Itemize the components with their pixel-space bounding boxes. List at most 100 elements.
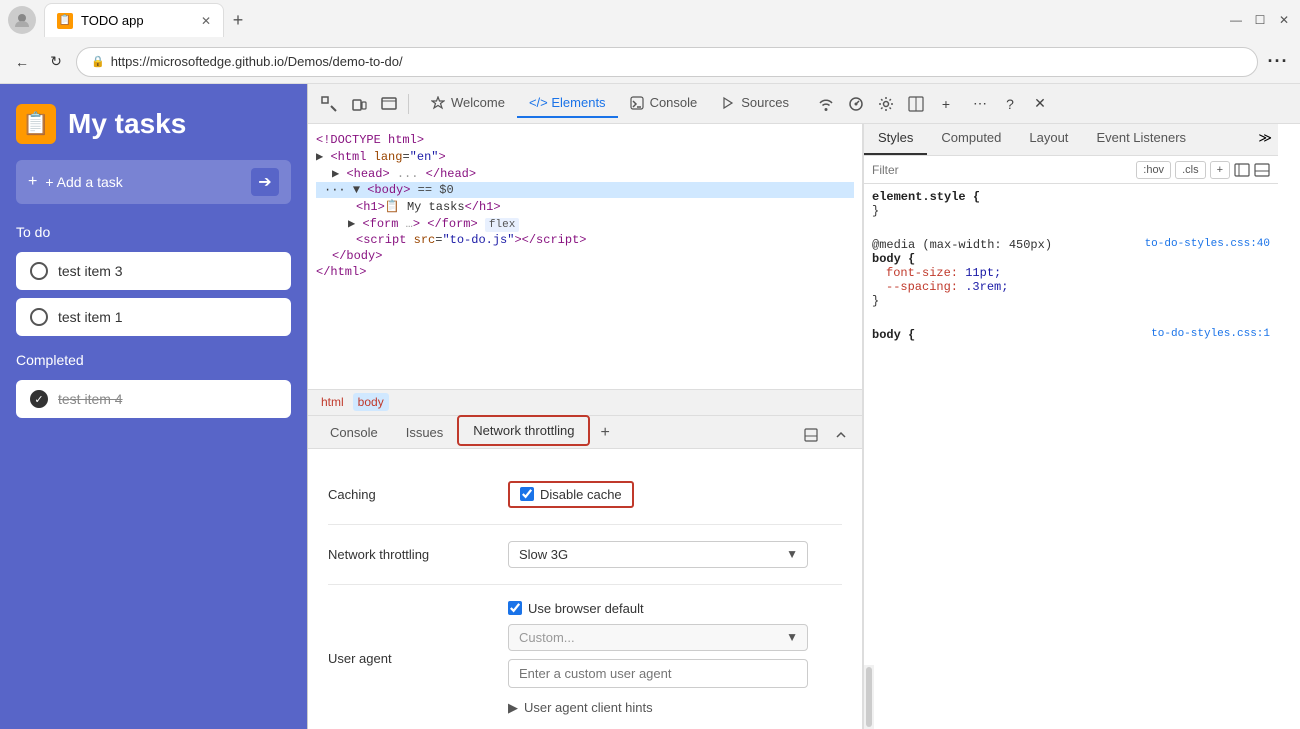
add-style-button[interactable]: +	[1210, 161, 1230, 179]
styles-tab-event-listeners[interactable]: Event Listeners	[1082, 124, 1200, 155]
minimize-button[interactable]: —	[1228, 12, 1244, 28]
settings-icon[interactable]	[873, 91, 899, 117]
dock-icon[interactable]	[903, 91, 929, 117]
caching-row: Caching Disable cache	[328, 465, 842, 525]
tab-elements[interactable]: </> Elements	[517, 89, 618, 118]
styles-scrollbar[interactable]	[864, 665, 874, 729]
url-bar[interactable]: 🔒 https://microsoftedge.github.io/Demos/…	[76, 47, 1258, 77]
disable-cache-label: Disable cache	[540, 487, 622, 502]
bottom-right-icons	[798, 422, 854, 448]
styles-tab-computed[interactable]: Computed	[927, 124, 1015, 155]
throttling-control: No throttling Fast 3G Slow 3G Offline ▼	[508, 541, 842, 568]
html-line-body[interactable]: ··· ▼ <body> == $0	[316, 182, 854, 198]
completed-item-text-1: test item 4	[58, 391, 123, 407]
styles-filter-input[interactable]	[872, 163, 1132, 177]
address-bar: ← ↻ 🔒 https://microsoftedge.github.io/De…	[0, 40, 1300, 84]
styles-tab-styles[interactable]: Styles	[864, 124, 927, 155]
add-bottom-tab-button[interactable]: +	[590, 418, 619, 448]
devtools-close-button[interactable]: ✕	[1027, 91, 1053, 117]
devtools-help-button[interactable]: ?	[997, 91, 1023, 117]
style-icon-2	[1254, 162, 1270, 178]
tab-welcome[interactable]: Welcome	[419, 89, 517, 118]
body-source-link[interactable]: to-do-styles.css:1	[1151, 328, 1270, 340]
refresh-button[interactable]: ↻	[42, 48, 70, 76]
custom-ua-select[interactable]: Custom...	[508, 624, 808, 651]
tab-title: TODO app	[81, 13, 144, 28]
todo-checkbox-2[interactable]	[30, 308, 48, 326]
tab-sources[interactable]: Sources	[709, 89, 801, 118]
todo-item-text-2: test item 1	[58, 309, 123, 325]
html-line-html[interactable]: ▶ <html lang="en">	[316, 148, 854, 165]
disable-cache-checkbox[interactable]	[520, 487, 534, 501]
hover-filter-button[interactable]: :hov	[1136, 161, 1171, 179]
main-area: 📋 My tasks + + Add a task ➔ To do test i…	[0, 84, 1300, 729]
maximize-button[interactable]: ☐	[1252, 12, 1268, 28]
cls-filter-button[interactable]: .cls	[1175, 161, 1206, 179]
html-line-body-close: </body>	[316, 248, 854, 264]
url-text: https://microsoftedge.github.io/Demos/de…	[111, 54, 403, 69]
bottom-tab-network-conditions[interactable]: Network throttling	[457, 415, 590, 446]
html-line-doctype: <!DOCTYPE html>	[316, 132, 854, 148]
devtools-toolbar: Welcome </> Elements Console Sources	[308, 84, 1300, 124]
styles-tab-layout[interactable]: Layout	[1015, 124, 1082, 155]
add-tab-button[interactable]: +	[933, 91, 959, 117]
devtools-content: <!DOCTYPE html> ▶ <html lang="en"> ▶ <he…	[308, 124, 1300, 729]
bottom-tab-network-conditions-label: Network throttling	[473, 423, 574, 438]
media-body-close: }	[872, 294, 879, 308]
new-tab-button[interactable]: +	[224, 6, 252, 34]
html-line-h1[interactable]: <h1>📋 My tasks</h1>	[316, 198, 854, 215]
profile-avatar[interactable]	[8, 6, 36, 34]
breadcrumb-body[interactable]: body	[353, 393, 389, 411]
html-tree: <!DOCTYPE html> ▶ <html lang="en"> ▶ <he…	[308, 124, 862, 389]
styles-panel: Styles Computed Layout Event Listeners ≫…	[863, 124, 1278, 729]
todo-item-text-1: test item 3	[58, 263, 123, 279]
expand-bottom-panel-button[interactable]	[828, 422, 854, 448]
throttling-select[interactable]: No throttling Fast 3G Slow 3G Offline	[508, 541, 808, 568]
body-selector: body {	[872, 328, 915, 342]
network-conditions-panel: Caching Disable cache Network throttling	[308, 449, 862, 729]
style-rule-media: @media (max-width: 450px) to-do-styles.c…	[872, 238, 1270, 308]
inspect-element-button[interactable]	[316, 91, 342, 117]
browser-more-button[interactable]: ···	[1264, 48, 1292, 76]
breadcrumb-html[interactable]: html	[316, 393, 349, 411]
bottom-tab-console[interactable]: Console	[316, 419, 392, 448]
active-tab[interactable]: 📋 TODO app ✕	[44, 3, 224, 37]
html-line-html-close: </html>	[316, 264, 854, 280]
todo-app-icon: 📋	[16, 104, 56, 144]
use-browser-default-label: Use browser default	[528, 601, 644, 616]
device-toolbar-button[interactable]	[346, 91, 372, 117]
client-hints-arrow: ▶	[508, 700, 518, 716]
tab-close-button[interactable]: ✕	[201, 14, 211, 28]
caching-label: Caching	[328, 487, 508, 502]
back-button[interactable]: ←	[8, 48, 36, 76]
minimize-bottom-panel-button[interactable]	[798, 422, 824, 448]
html-line-head[interactable]: ▶ <head> ... </head>	[316, 165, 854, 182]
performance-icon	[843, 91, 869, 117]
client-hints-row: ▶ User agent client hints	[508, 700, 808, 716]
use-browser-default-checkbox[interactable]	[508, 601, 522, 615]
completed-checkbox-1[interactable]: ✓	[30, 390, 48, 408]
html-line-form[interactable]: ▶ <form …> </form> flex	[316, 215, 854, 232]
media-source-link[interactable]: to-do-styles.css:40	[1145, 238, 1270, 250]
html-line-script[interactable]: <script src="to-do.js"></script>	[316, 232, 854, 248]
user-agent-row: User agent Use browser default	[328, 585, 842, 729]
devtools-panel: Welcome </> Elements Console Sources	[307, 84, 1300, 729]
use-browser-default-row: Use browser default	[508, 601, 808, 616]
screenshot-button[interactable]	[376, 91, 402, 117]
tab-console[interactable]: Console	[618, 89, 710, 118]
style-icon-1	[1234, 162, 1250, 178]
user-agent-options: Use browser default Custom... ▼	[508, 601, 808, 716]
styles-panel-more-button[interactable]: ≫	[1252, 124, 1278, 155]
close-button[interactable]: ✕	[1276, 12, 1292, 28]
bottom-tab-issues[interactable]: Issues	[392, 419, 458, 448]
tab-bar: 📋 TODO app ✕ +	[44, 3, 1224, 37]
custom-ua-input[interactable]	[508, 659, 808, 688]
throttling-label: Network throttling	[328, 547, 508, 562]
add-task-row[interactable]: + + Add a task ➔	[16, 160, 291, 204]
styles-tabs: Styles Computed Layout Event Listeners ≫	[864, 124, 1278, 156]
todo-checkbox-1[interactable]	[30, 262, 48, 280]
devtools-more-button[interactable]: ⋯	[967, 91, 993, 117]
add-task-submit-button[interactable]: ➔	[251, 168, 279, 196]
custom-ua-select-wrapper: Custom... ▼	[508, 624, 808, 651]
completed-section-label: Completed	[0, 340, 307, 376]
